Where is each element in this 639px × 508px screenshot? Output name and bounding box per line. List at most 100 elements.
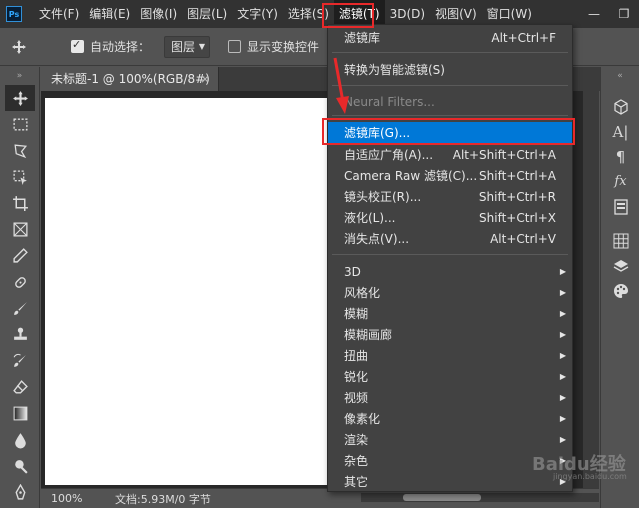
submenu-arrow-icon: ▶ bbox=[559, 414, 566, 423]
minimize-button[interactable]: — bbox=[579, 0, 609, 28]
annotation-highlight-filter-gallery bbox=[322, 118, 575, 145]
submenu-arrow-icon: ▶ bbox=[559, 351, 566, 360]
menu-edit[interactable]: 编辑(E) bbox=[84, 0, 135, 28]
filter-menu-blur[interactable]: 模糊 ▶ bbox=[328, 303, 572, 324]
auto-select-label: 自动选择： bbox=[90, 40, 151, 54]
dodge-icon[interactable] bbox=[0, 453, 40, 479]
filter-menu-neural-filters[interactable]: Neural Filters... bbox=[328, 91, 572, 112]
layers-icon[interactable] bbox=[601, 253, 639, 278]
filter-menu-sharpen[interactable]: 锐化 ▶ bbox=[328, 366, 572, 387]
filter-menu-convert-smart[interactable]: 转换为智能滤镜(S) bbox=[328, 59, 572, 80]
menu-item-label: 视频 bbox=[344, 391, 369, 405]
paragraph-icon[interactable]: ¶ bbox=[601, 144, 639, 169]
filter-menu-last-filter[interactable]: 滤镜库 Alt+Ctrl+F bbox=[328, 27, 572, 48]
horizontal-scrollbar[interactable] bbox=[361, 493, 599, 502]
photoshop-logo-icon: Ps bbox=[6, 6, 22, 22]
show-transform-checkbox[interactable] bbox=[228, 40, 242, 53]
filter-menu-stylize[interactable]: 风格化 ▶ bbox=[328, 282, 572, 303]
menu-type[interactable]: 文字(Y) bbox=[232, 0, 283, 28]
submenu-arrow-icon: ▶ bbox=[559, 330, 566, 339]
submenu-arrow-icon: ▶ bbox=[559, 435, 566, 444]
properties-icon[interactable] bbox=[601, 194, 639, 219]
clone-stamp-icon[interactable] bbox=[0, 322, 40, 348]
submenu-arrow-icon: ▶ bbox=[559, 309, 566, 318]
submenu-arrow-icon: ▶ bbox=[559, 267, 566, 276]
glyphs-icon[interactable]: fx bbox=[601, 169, 639, 194]
auto-select-target-value: 图层 bbox=[171, 40, 196, 54]
filter-menu-distort[interactable]: 扭曲 ▶ bbox=[328, 345, 572, 366]
show-transform-label: 显示变换控件 bbox=[247, 40, 320, 54]
menu-layer[interactable]: 图层(L) bbox=[182, 0, 232, 28]
document-tab[interactable]: 未标题-1 @ 100%(RGB/8#) × bbox=[41, 67, 219, 91]
close-tab-icon[interactable]: × bbox=[200, 67, 210, 91]
auto-select-target-dropdown[interactable]: 图层 ▼ bbox=[164, 35, 211, 58]
palette-icon[interactable] bbox=[601, 278, 639, 303]
filter-menu-adaptive-wide-angle[interactable]: 自适应广角(A)... Alt+Shift+Ctrl+A bbox=[328, 144, 572, 165]
collapse-panel-icon[interactable]: » bbox=[0, 67, 39, 85]
healing-brush-icon[interactable] bbox=[0, 269, 40, 295]
watermark-url: jingyan.baidu.com bbox=[553, 472, 627, 481]
filter-menu-pixelate[interactable]: 像素化 ▶ bbox=[328, 408, 572, 429]
pen-icon[interactable] bbox=[0, 479, 40, 505]
menu-item-shortcut: Shift+Ctrl+A bbox=[479, 168, 556, 183]
lasso-icon[interactable] bbox=[0, 138, 40, 164]
character-icon[interactable]: A| bbox=[601, 119, 639, 144]
menu-item-label: 3D bbox=[344, 264, 361, 279]
filter-menu-video[interactable]: 视频 ▶ bbox=[328, 387, 572, 408]
auto-select-checkbox[interactable] bbox=[71, 38, 84, 53]
filter-menu-liquify[interactable]: 液化(L)... Shift+Ctrl+X bbox=[328, 207, 572, 228]
zoom-level[interactable]: 100% bbox=[41, 492, 101, 505]
document-tab-title: 未标题-1 @ 100%(RGB/8#) bbox=[51, 72, 210, 86]
tools-panel: » bbox=[0, 67, 40, 508]
crop-icon[interactable] bbox=[0, 190, 40, 216]
filter-menu-lens-correction[interactable]: 镜头校正(R)... Shift+Ctrl+R bbox=[328, 186, 572, 207]
menu-item-label: 模糊画廊 bbox=[344, 328, 393, 342]
menu-image[interactable]: 图像(I) bbox=[135, 0, 182, 28]
scrollbar-thumb[interactable] bbox=[403, 494, 481, 501]
menu-item-label: 扭曲 bbox=[344, 349, 369, 363]
menu-item-shortcut: Alt+Ctrl+V bbox=[490, 231, 556, 246]
blur-icon[interactable] bbox=[0, 427, 40, 453]
move-icon[interactable] bbox=[5, 85, 35, 112]
eyedropper-icon[interactable] bbox=[0, 243, 40, 269]
filter-menu-3d[interactable]: 3D ▶ bbox=[328, 261, 572, 282]
submenu-arrow-icon: ▶ bbox=[559, 372, 566, 381]
submenu-arrow-icon: ▶ bbox=[559, 288, 566, 297]
right-panel-strip: « A| ¶ fx bbox=[600, 67, 639, 508]
object-select-icon[interactable] bbox=[0, 164, 40, 190]
filter-menu-camera-raw[interactable]: Camera Raw 滤镜(C)... Shift+Ctrl+A bbox=[328, 165, 572, 186]
expand-panels-icon[interactable]: « bbox=[601, 67, 639, 85]
menu-item-label: 滤镜库 bbox=[344, 31, 381, 45]
filter-menu-vanishing-point[interactable]: 消失点(V)... Alt+Ctrl+V bbox=[328, 228, 572, 249]
gradient-icon[interactable] bbox=[0, 401, 40, 427]
menu-file[interactable]: 文件(F) bbox=[34, 0, 84, 28]
submenu-arrow-icon: ▶ bbox=[559, 393, 566, 402]
filter-menu-render[interactable]: 渲染 ▶ bbox=[328, 429, 572, 450]
filter-menu-dropdown: 滤镜库 Alt+Ctrl+F 转换为智能滤镜(S) Neural Filters… bbox=[327, 24, 573, 492]
menu-item-label: 风格化 bbox=[344, 286, 381, 300]
vertical-scrollbar[interactable] bbox=[583, 91, 599, 488]
marquee-icon[interactable] bbox=[0, 111, 40, 137]
menu-item-label: 渲染 bbox=[344, 433, 369, 447]
menu-item-label: 杂色 bbox=[344, 454, 369, 468]
document-size-info: 文档:5.93M/0 字节 bbox=[115, 492, 211, 506]
menu-item-label: 模糊 bbox=[344, 307, 369, 321]
grid-icon[interactable] bbox=[601, 228, 639, 253]
chevron-down-icon: ▼ bbox=[198, 41, 206, 51]
history-brush-icon[interactable] bbox=[0, 348, 40, 374]
restore-button[interactable]: ❐ bbox=[609, 0, 639, 28]
eraser-icon[interactable] bbox=[0, 374, 40, 400]
frame-icon[interactable] bbox=[0, 216, 40, 242]
menu-item-shortcut: Alt+Shift+Ctrl+A bbox=[452, 147, 556, 162]
menu-item-label: 其它 bbox=[344, 475, 369, 489]
menu-item-label: 像素化 bbox=[344, 412, 381, 426]
annotation-highlight-filter-menu bbox=[322, 3, 374, 28]
menu-item-label: 镜头校正(R)... bbox=[344, 190, 422, 204]
menu-item-label: 自适应广角(A)... bbox=[344, 148, 434, 162]
brush-icon[interactable] bbox=[0, 295, 40, 321]
filter-menu-blur-gallery[interactable]: 模糊画廊 ▶ bbox=[328, 324, 572, 345]
move-tool-icon[interactable] bbox=[0, 39, 38, 55]
3d-cube-icon[interactable] bbox=[601, 94, 639, 119]
menu-item-label: 液化(L)... bbox=[344, 211, 396, 225]
annotation-arrow-icon bbox=[333, 57, 349, 114]
